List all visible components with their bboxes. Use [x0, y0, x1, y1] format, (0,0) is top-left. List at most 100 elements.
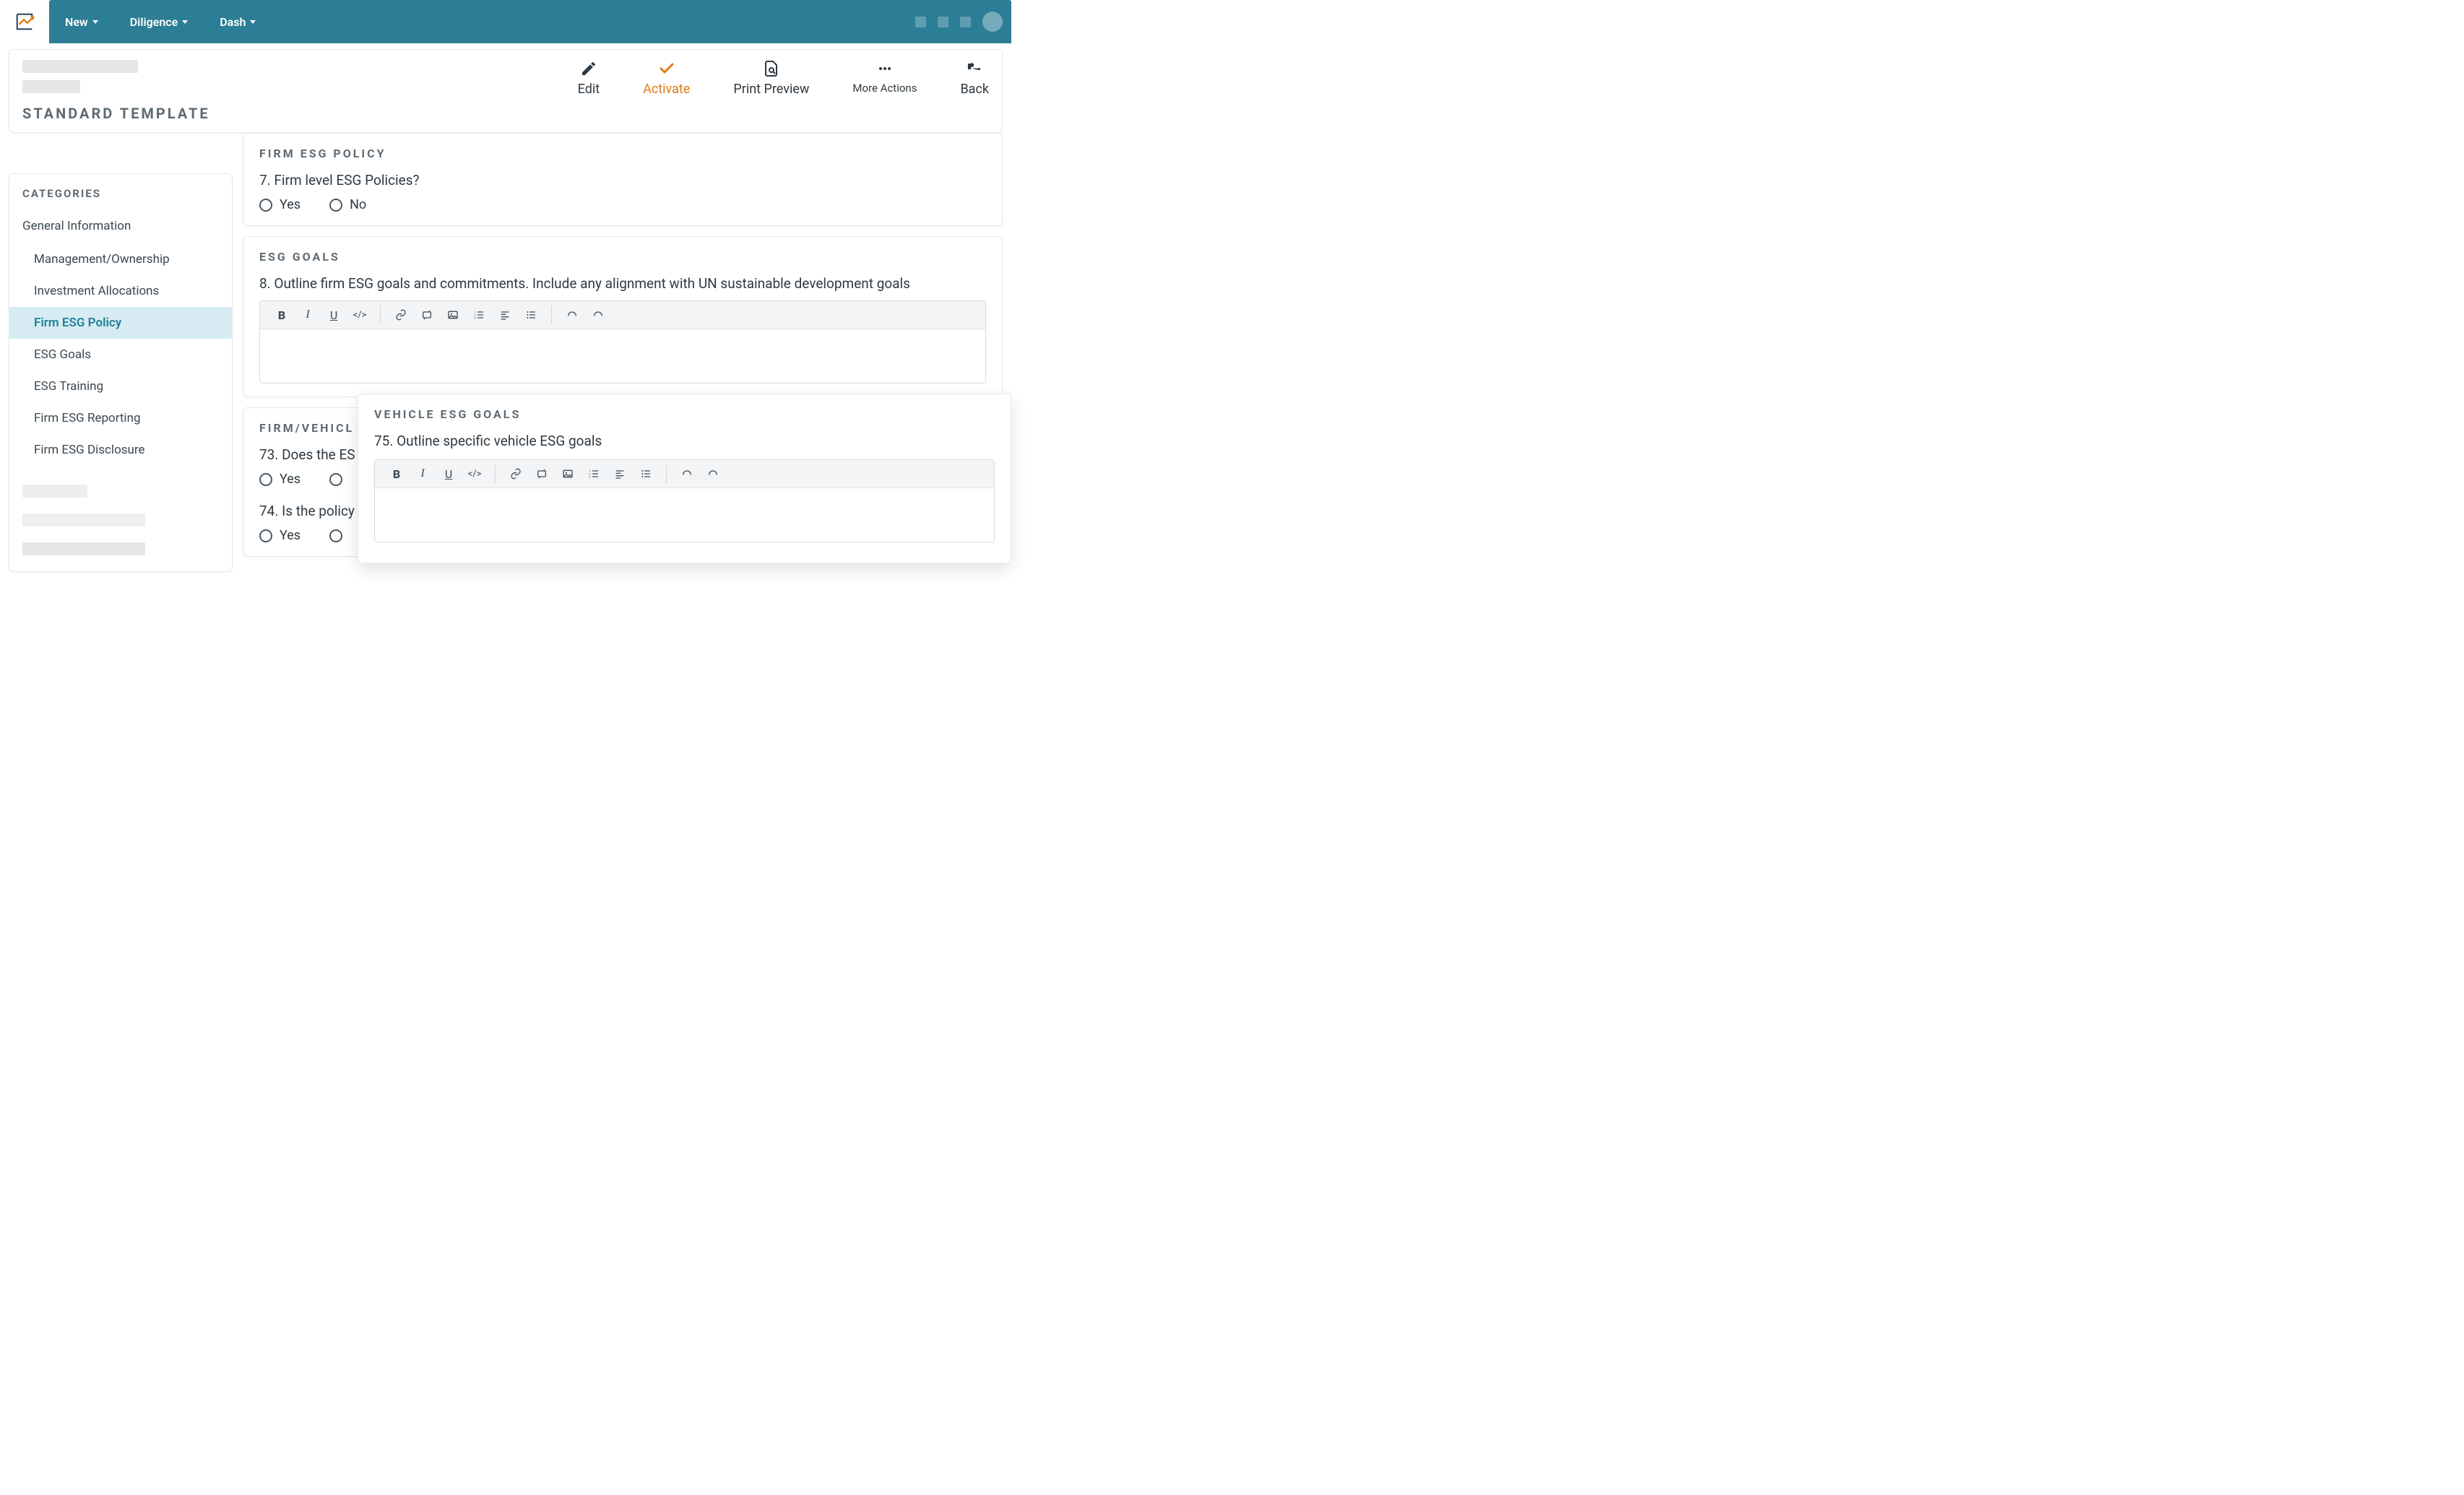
- section-title: VEHICLE ESG GOALS: [374, 407, 995, 421]
- avatar[interactable]: [982, 12, 1003, 32]
- chevron-down-icon: [182, 20, 188, 24]
- rte-undo-button[interactable]: [561, 304, 584, 326]
- category-general-information[interactable]: General Information: [9, 212, 232, 240]
- radio-icon: [329, 199, 342, 212]
- rte-separator: [495, 464, 496, 483]
- question-74-option-2[interactable]: [329, 529, 342, 542]
- template-title: STANDARD TEMPLATE: [22, 105, 239, 122]
- skeleton-bar: [22, 80, 80, 93]
- rte-align-button[interactable]: [608, 463, 631, 485]
- undo-icon: [566, 309, 578, 321]
- align-icon: [614, 468, 626, 480]
- rte-body[interactable]: [375, 488, 994, 542]
- topnav-diligence-label: Diligence: [130, 15, 178, 29]
- app-logo[interactable]: [0, 0, 49, 43]
- rte-link-button[interactable]: [389, 304, 412, 326]
- category-firm-esg-reporting[interactable]: Firm ESG Reporting: [9, 402, 232, 434]
- card-vehicle-esg-goals: VEHICLE ESG GOALS 75. Outline specific v…: [358, 394, 1011, 563]
- rte-bold-button[interactable]: B: [385, 463, 408, 485]
- svg-text:3: 3: [589, 474, 590, 478]
- topnav-square-3[interactable]: [960, 17, 971, 27]
- ordered-list-icon: 123: [473, 309, 485, 321]
- rte-align-button[interactable]: [493, 304, 516, 326]
- category-esg-goals[interactable]: ESG Goals: [9, 339, 232, 370]
- question-75-editor: B I U </> 123: [374, 459, 995, 542]
- rte-image-button[interactable]: [556, 463, 579, 485]
- rte-code-button[interactable]: </>: [463, 463, 486, 485]
- radio-icon: [259, 529, 272, 542]
- topnav-new[interactable]: New: [58, 11, 105, 33]
- pencil-icon: [580, 60, 597, 77]
- question-7-yes[interactable]: Yes: [259, 197, 301, 212]
- rte-undo-button[interactable]: [675, 463, 699, 485]
- topnav: New Diligence Dash: [49, 0, 1011, 43]
- card-esg-goals: ESG GOALS 8. Outline firm ESG goals and …: [243, 236, 1003, 397]
- rte-underline-button[interactable]: U: [437, 463, 460, 485]
- section-title: ESG GOALS: [259, 250, 986, 264]
- radio-icon: [329, 529, 342, 542]
- category-firm-esg-disclosure[interactable]: Firm ESG Disclosure: [9, 434, 232, 466]
- category-esg-training[interactable]: ESG Training: [9, 370, 232, 402]
- question-7-no[interactable]: No: [329, 197, 366, 212]
- rte-body[interactable]: [260, 329, 985, 383]
- more-actions-button[interactable]: More Actions: [852, 60, 917, 95]
- radio-no-label: No: [350, 197, 366, 212]
- rte-bullet-list-button[interactable]: [519, 304, 542, 326]
- question-73-yes[interactable]: Yes: [259, 472, 301, 487]
- rte-code-button[interactable]: </>: [348, 304, 371, 326]
- question-74-yes[interactable]: Yes: [259, 528, 301, 543]
- topnav-diligence[interactable]: Diligence: [123, 11, 196, 33]
- rte-toolbar: B I U </> 123: [260, 301, 985, 329]
- activate-button[interactable]: Activate: [643, 60, 690, 97]
- question-7-text: 7. Firm level ESG Policies?: [259, 172, 986, 188]
- category-list: Management/Ownership Investment Allocati…: [9, 243, 232, 466]
- rte-quote-button[interactable]: [530, 463, 553, 485]
- rte-ordered-list-button[interactable]: 123: [582, 463, 605, 485]
- topnav-dash[interactable]: Dash: [212, 11, 263, 33]
- print-preview-button[interactable]: Print Preview: [733, 60, 809, 97]
- link-icon: [395, 309, 407, 321]
- topbar: New Diligence Dash: [0, 0, 1011, 43]
- category-skeleton-group: [9, 466, 232, 558]
- rte-toolbar: B I U </> 123: [375, 460, 994, 488]
- rte-italic-button[interactable]: I: [411, 463, 434, 485]
- rte-image-button[interactable]: [441, 304, 464, 326]
- rte-italic-button[interactable]: I: [296, 304, 319, 326]
- section-title: FIRM ESG POLICY: [259, 147, 986, 160]
- rte-redo-button[interactable]: [587, 304, 610, 326]
- topnav-square-1[interactable]: [915, 17, 926, 27]
- topnav-square-2[interactable]: [938, 17, 948, 27]
- rte-ordered-list-button[interactable]: 123: [467, 304, 490, 326]
- redo-icon: [592, 309, 604, 321]
- topnav-dash-label: Dash: [220, 15, 246, 29]
- radio-icon: [259, 473, 272, 486]
- category-investment-allocations[interactable]: Investment Allocations: [9, 275, 232, 307]
- category-firm-esg-policy[interactable]: Firm ESG Policy: [9, 307, 232, 339]
- chevron-down-icon: [250, 20, 256, 24]
- rte-bold-button[interactable]: B: [270, 304, 293, 326]
- question-8-editor: B I U </> 123: [259, 300, 986, 384]
- image-icon: [562, 468, 574, 480]
- back-label: Back: [960, 82, 989, 97]
- more-actions-label: More Actions: [852, 82, 917, 95]
- rte-link-button[interactable]: [504, 463, 527, 485]
- radio-yes-label: Yes: [280, 197, 301, 212]
- topnav-right: [915, 12, 1003, 32]
- question-73-option-2[interactable]: [329, 473, 342, 486]
- ordered-list-icon: 123: [588, 468, 600, 480]
- skeleton-bar: [22, 542, 145, 555]
- link-icon: [510, 468, 522, 480]
- document-search-icon: [763, 60, 780, 77]
- back-arrow-icon: [966, 60, 983, 77]
- image-icon: [447, 309, 459, 321]
- rte-redo-button[interactable]: [701, 463, 725, 485]
- back-button[interactable]: Back: [960, 60, 989, 97]
- categories-panel: CATEGORIES General Information Managemen…: [9, 173, 233, 572]
- edit-button[interactable]: Edit: [578, 60, 600, 97]
- radio-icon: [259, 199, 272, 212]
- rte-underline-button[interactable]: U: [322, 304, 345, 326]
- radio-yes-label: Yes: [280, 472, 301, 487]
- rte-bullet-list-button[interactable]: [634, 463, 657, 485]
- rte-quote-button[interactable]: [415, 304, 438, 326]
- category-management-ownership[interactable]: Management/Ownership: [9, 243, 232, 275]
